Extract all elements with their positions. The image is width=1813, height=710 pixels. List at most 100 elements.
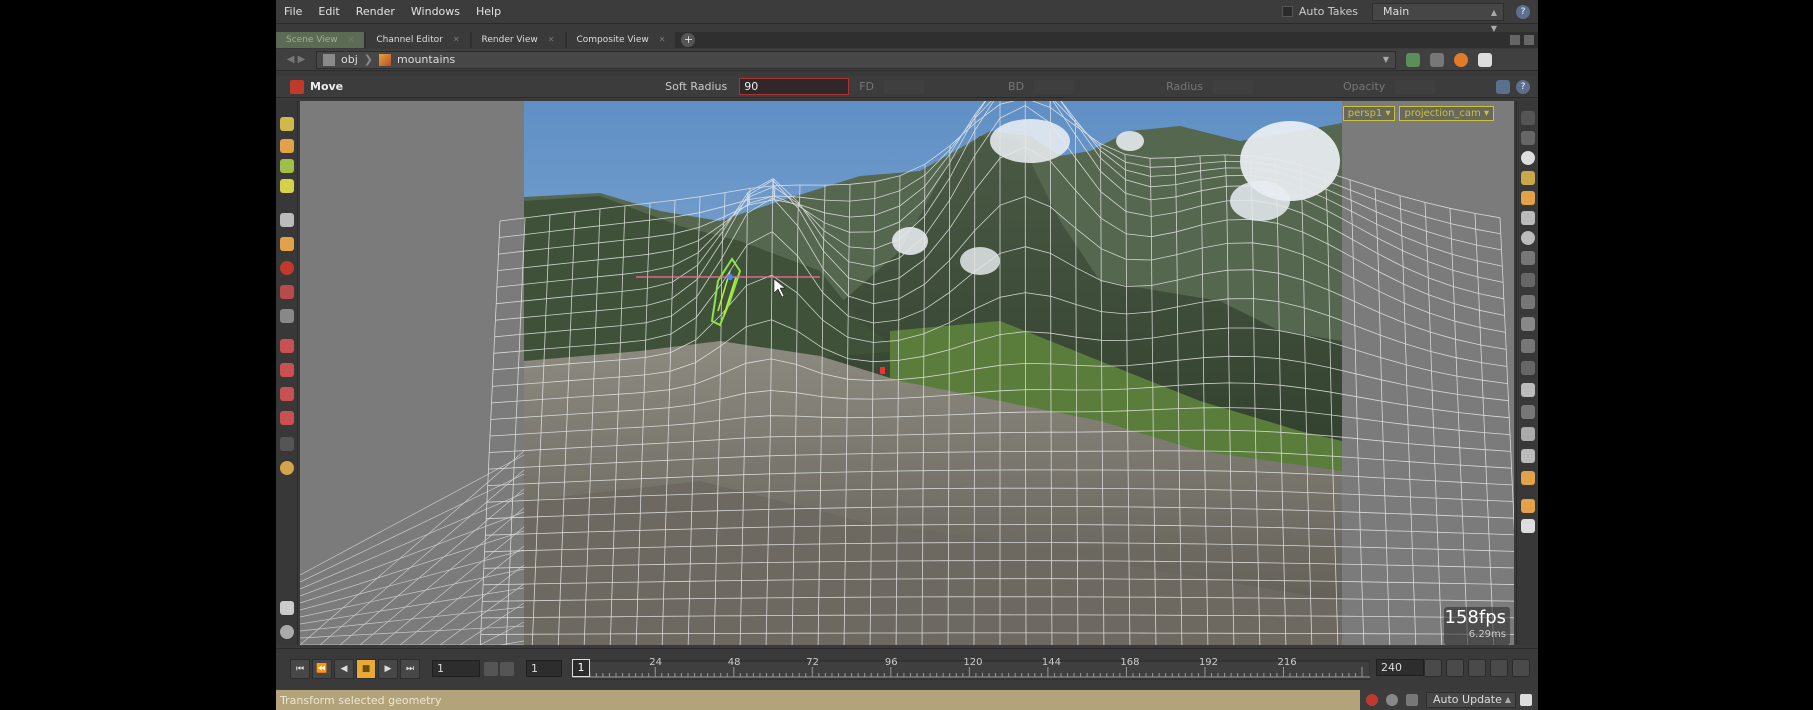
grid-view-icon[interactable]: [1521, 499, 1535, 513]
pose-icon[interactable]: [280, 261, 294, 275]
step-back-button[interactable]: ⏪: [312, 658, 332, 679]
pointer-icon[interactable]: [280, 213, 294, 227]
menu-help[interactable]: Help: [468, 0, 509, 24]
radius-field[interactable]: [1212, 79, 1253, 94]
auto-update-select[interactable]: Auto Update ▲▼: [1426, 692, 1516, 710]
auto-takes-toggle[interactable]: Auto Takes: [1281, 5, 1358, 18]
bd-field[interactable]: [1034, 79, 1075, 94]
help-icon[interactable]: ?: [1516, 4, 1530, 19]
tab-render-view[interactable]: Render View ✕: [471, 32, 565, 48]
axis-icon[interactable]: [280, 309, 294, 323]
path-root[interactable]: obj: [341, 53, 358, 66]
stop-button[interactable]: ■: [356, 658, 376, 679]
timeline[interactable]: 24 48 72 96 120 144 168 192 216 1: [572, 653, 1370, 685]
gear-icon[interactable]: [1430, 52, 1444, 67]
menu-windows[interactable]: Windows: [403, 0, 468, 24]
camera-menu[interactable]: projection_cam ▾: [1399, 106, 1494, 121]
point-display-icon[interactable]: [1521, 251, 1535, 265]
close-icon[interactable]: ✕: [659, 32, 666, 48]
tab-scene-view[interactable]: Scene View ✕: [276, 32, 365, 48]
back-forward-icon[interactable]: ◀ ▶: [276, 49, 316, 71]
rotate-icon[interactable]: [280, 159, 294, 173]
realtime-icon[interactable]: [500, 661, 514, 676]
link-icon[interactable]: [1521, 405, 1535, 419]
render-region-icon[interactable]: [1521, 427, 1535, 441]
key-icon[interactable]: [1424, 659, 1442, 677]
view-options-icon[interactable]: [1478, 52, 1492, 67]
snap-point-icon[interactable]: [280, 387, 294, 401]
audio-icon[interactable]: [1446, 659, 1464, 677]
snap-multi-icon[interactable]: [280, 411, 294, 425]
scope-icon[interactable]: [1468, 659, 1486, 677]
perf-monitor-icon[interactable]: [1406, 694, 1418, 706]
edge-display-icon[interactable]: [1521, 339, 1535, 353]
soft-radius-input[interactable]: [739, 78, 850, 95]
viewport-layout-icon[interactable]: [1521, 519, 1535, 533]
close-icon[interactable]: ✕: [453, 32, 460, 48]
prim-display-icon[interactable]: [1521, 317, 1535, 331]
camera-icon[interactable]: [1521, 191, 1535, 205]
opacity-field[interactable]: [1395, 79, 1436, 94]
step-frame-field[interactable]: 1: [526, 660, 562, 677]
ghost-icon[interactable]: [1521, 231, 1535, 245]
node-info-icon[interactable]: [1520, 694, 1532, 706]
help-icon[interactable]: ?: [1516, 79, 1530, 94]
error-icon[interactable]: [1366, 694, 1378, 706]
play-button[interactable]: ▶: [378, 658, 398, 679]
network-path-field[interactable]: obj ❯ mountains ▼: [316, 50, 1396, 69]
chevron-down-icon[interactable]: ▼: [1383, 55, 1389, 64]
lighting-icon[interactable]: [1521, 171, 1535, 185]
light-icon[interactable]: [280, 461, 294, 475]
snapshot-icon[interactable]: [1521, 471, 1535, 485]
snap-prim-icon[interactable]: [280, 363, 294, 377]
pane-menu-icon[interactable]: [1524, 35, 1534, 45]
jump-end-button[interactable]: ⏭: [400, 658, 420, 679]
normal-display-icon[interactable]: [1521, 273, 1535, 287]
take-select[interactable]: Main ▲ ▼: [1372, 2, 1504, 33]
display-icon[interactable]: [1521, 131, 1535, 145]
history-icon[interactable]: [280, 437, 294, 451]
menu-edit[interactable]: Edit: [310, 0, 347, 24]
bone-icon[interactable]: [1521, 211, 1535, 225]
uv-display-icon[interactable]: [1521, 295, 1535, 309]
current-frame-marker[interactable]: 1: [572, 659, 590, 677]
display-options-icon[interactable]: [1521, 111, 1535, 125]
snap-grid-icon[interactable]: [280, 339, 294, 353]
scale-icon[interactable]: [280, 179, 294, 193]
select-icon[interactable]: [280, 117, 294, 131]
vis-icon[interactable]: [1521, 383, 1535, 397]
auto-takes-checkbox[interactable]: [1281, 6, 1293, 17]
jump-start-button[interactable]: ⏮: [290, 658, 310, 679]
scene-viewport[interactable]: persp1 ▾ projection_cam ▾ 158fps 6.29ms: [300, 101, 1514, 645]
play-reverse-button[interactable]: ◀: [334, 658, 354, 679]
sphere-icon[interactable]: [280, 625, 294, 639]
path-node[interactable]: mountains: [397, 53, 455, 66]
handle-icon[interactable]: [1496, 79, 1510, 94]
close-icon[interactable]: ✕: [548, 32, 555, 48]
view-icon[interactable]: [280, 285, 294, 299]
persp-menu[interactable]: persp1 ▾: [1342, 106, 1396, 121]
chat-icon[interactable]: [1386, 694, 1398, 706]
end-frame-field[interactable]: 240: [1376, 659, 1424, 676]
close-icon[interactable]: ✕: [348, 32, 355, 48]
playback-options-icon[interactable]: [1490, 659, 1508, 677]
fd-field[interactable]: [884, 79, 925, 94]
template-icon[interactable]: [1521, 361, 1535, 375]
tab-channel-editor[interactable]: Channel Editor ✕: [366, 32, 470, 48]
handle-tool-icon[interactable]: [280, 237, 294, 251]
maximize-pane-icon[interactable]: [1510, 35, 1520, 45]
flipbook-icon[interactable]: [1521, 449, 1535, 463]
shading-icon[interactable]: [1521, 151, 1535, 165]
lock-icon[interactable]: [484, 661, 498, 676]
add-tab-icon[interactable]: +: [681, 33, 696, 47]
menu-file[interactable]: File: [276, 0, 310, 24]
move-handle-center[interactable]: [727, 274, 733, 280]
move-icon[interactable]: [280, 139, 294, 153]
global-animation-icon[interactable]: [1512, 659, 1530, 677]
paint-icon[interactable]: [280, 601, 294, 615]
menu-render[interactable]: Render: [348, 0, 403, 24]
render-icon[interactable]: [1454, 52, 1468, 67]
start-frame-field[interactable]: 1: [432, 660, 480, 677]
tab-composite-view[interactable]: Composite View ✕: [566, 32, 676, 48]
pin-icon[interactable]: [1406, 52, 1420, 67]
